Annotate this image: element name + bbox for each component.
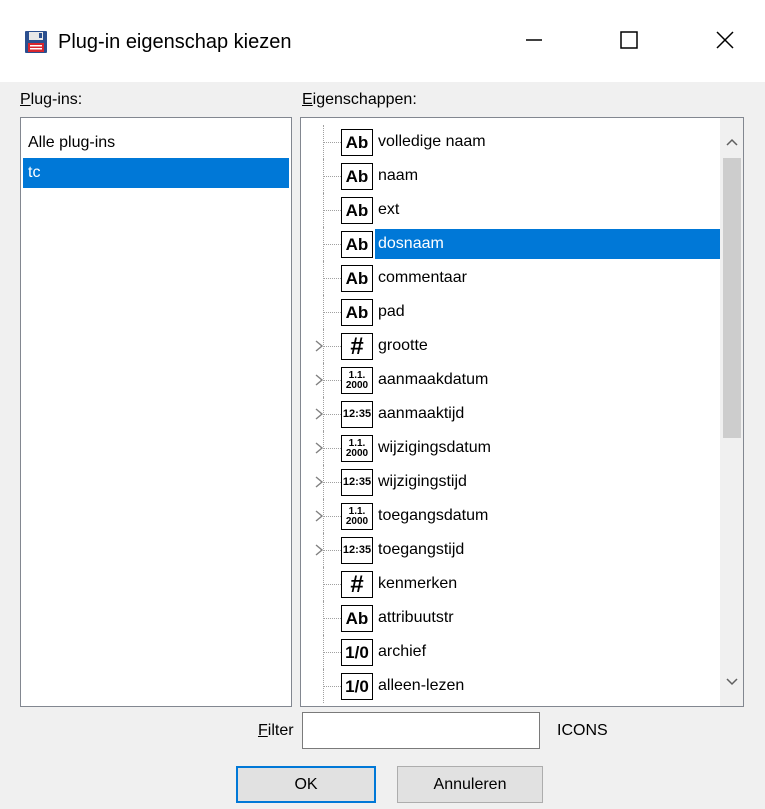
plugins-label: Plug-ins: [20, 91, 83, 108]
bool-type-icon: 1/0 [341, 639, 373, 666]
filter-input[interactable] [302, 712, 540, 749]
chevron-down-icon [725, 674, 739, 692]
tree-node-label: archief [378, 643, 427, 660]
plugins-list[interactable]: Alle plug-ins tc [20, 117, 292, 707]
tree-node-label: ext [378, 201, 400, 218]
tree-node[interactable]: Ab dosnaam [301, 227, 723, 261]
date-type-icon: 1.1. 2000 [341, 367, 373, 394]
ab-type-icon: Ab [341, 197, 373, 224]
time-type-icon: 12:35 [341, 537, 373, 564]
time-type-icon: 12:35 [341, 469, 373, 496]
filter-label: Filter [258, 722, 294, 739]
tree-node[interactable]: 1.1. 2000 wijzigingsdatum [301, 431, 723, 465]
tree-node-label: alleen-lezen [378, 677, 465, 694]
tree-connector [323, 244, 341, 245]
minimize-button[interactable] [499, 16, 569, 68]
tree-node-label: dosnaam [375, 229, 721, 259]
tree-node[interactable]: 12:35 aanmaaktijd [301, 397, 723, 431]
chevron-right-icon[interactable] [312, 441, 326, 455]
tree-connector [323, 176, 341, 177]
tree-node[interactable]: Ab ext [301, 193, 723, 227]
filter-hint: ICONS [557, 722, 608, 739]
ok-button[interactable]: OK [236, 766, 376, 803]
scrollbar-thumb[interactable] [723, 158, 741, 438]
ab-type-icon: Ab [341, 163, 373, 190]
date-type-icon: 1.1. 2000 [341, 435, 373, 462]
tree-node-label: wijzigingsdatum [378, 439, 491, 456]
tree-node-label: toegangstijd [378, 541, 465, 558]
title-bar: Plug-in eigenschap kiezen [0, 0, 765, 82]
chevron-right-icon[interactable] [312, 407, 326, 421]
tree-node[interactable]: 1.1. 2000 toegangsdatum [301, 499, 723, 533]
chevron-right-icon[interactable] [312, 475, 326, 489]
plugin-item-all[interactable]: Alle plug-ins [23, 128, 289, 158]
tree-connector [323, 312, 341, 313]
tree-node-label: attribuutstr [378, 609, 454, 626]
chevron-right-icon[interactable] [312, 339, 326, 353]
tree-node-label: aanmaaktijd [378, 405, 465, 422]
tree-node[interactable]: # grootte [301, 329, 723, 363]
tree-node[interactable]: 12:35 wijzigingstijd [301, 465, 723, 499]
scroll-up-button[interactable] [720, 130, 743, 156]
num-type-icon: # [341, 571, 373, 598]
chevron-right-icon[interactable] [312, 543, 326, 557]
ab-type-icon: Ab [341, 605, 373, 632]
minimize-icon [524, 30, 544, 55]
tree-node-label: kenmerken [378, 575, 458, 592]
tree-connector [323, 652, 341, 653]
maximize-icon [619, 30, 639, 55]
date-type-icon: 1.1. 2000 [341, 503, 373, 530]
chevron-right-icon[interactable] [312, 373, 326, 387]
bool-type-icon: 1/0 [341, 673, 373, 700]
tree-node[interactable]: 12:35 toegangstijd [301, 533, 723, 567]
tree-connector [323, 278, 341, 279]
tree-node-label: naam [378, 167, 419, 184]
chevron-up-icon [725, 134, 739, 152]
tree-node[interactable]: 1/0 alleen-lezen [301, 669, 723, 703]
tree-connector [323, 142, 341, 143]
tree-node-label: pad [378, 303, 405, 320]
tree-connector [323, 584, 341, 585]
tree-connector [323, 686, 341, 687]
ab-type-icon: Ab [341, 265, 373, 292]
tree-node[interactable]: Ab commentaar [301, 261, 723, 295]
tree-node[interactable]: Ab volledige naam [301, 125, 723, 159]
window-title: Plug-in eigenschap kiezen [58, 31, 292, 53]
tree-node-label: wijzigingstijd [378, 473, 467, 490]
chevron-right-icon[interactable] [312, 509, 326, 523]
time-type-icon: 12:35 [341, 401, 373, 428]
ab-type-icon: Ab [341, 129, 373, 156]
cancel-button[interactable]: Annuleren [397, 766, 543, 803]
tree-node[interactable]: 1/0 archief [301, 635, 723, 669]
floppy-disk-icon [24, 30, 48, 54]
maximize-button[interactable] [594, 16, 664, 68]
tree-node-label: commentaar [378, 269, 467, 286]
plugin-item-tc[interactable]: tc [23, 158, 289, 188]
tree-connector [323, 618, 341, 619]
tree-node[interactable]: # kenmerken [301, 567, 723, 601]
tree-node[interactable]: Ab naam [301, 159, 723, 193]
ab-type-icon: Ab [341, 299, 373, 326]
ab-type-icon: Ab [341, 231, 373, 258]
close-button[interactable] [690, 16, 760, 68]
tree-node-label: volledige naam [378, 133, 486, 150]
tree-node-label: aanmaakdatum [378, 371, 489, 388]
properties-label: Eigenschappen: [302, 91, 417, 108]
tree-node[interactable]: Ab attribuutstr [301, 601, 723, 635]
scroll-down-button[interactable] [720, 670, 743, 696]
properties-tree[interactable]: Ab volledige naam Ab naam Ab ext Ab dosnaam Ab co… [300, 117, 744, 707]
tree-node[interactable]: Ab pad [301, 295, 723, 329]
vertical-scrollbar[interactable] [720, 118, 743, 706]
num-type-icon: # [341, 333, 373, 360]
tree-node-label: toegangsdatum [378, 507, 489, 524]
tree-node[interactable]: 1.1. 2000 aanmaakdatum [301, 363, 723, 397]
tree-connector [323, 210, 341, 211]
close-icon [715, 30, 735, 55]
tree-node-label: grootte [378, 337, 428, 354]
